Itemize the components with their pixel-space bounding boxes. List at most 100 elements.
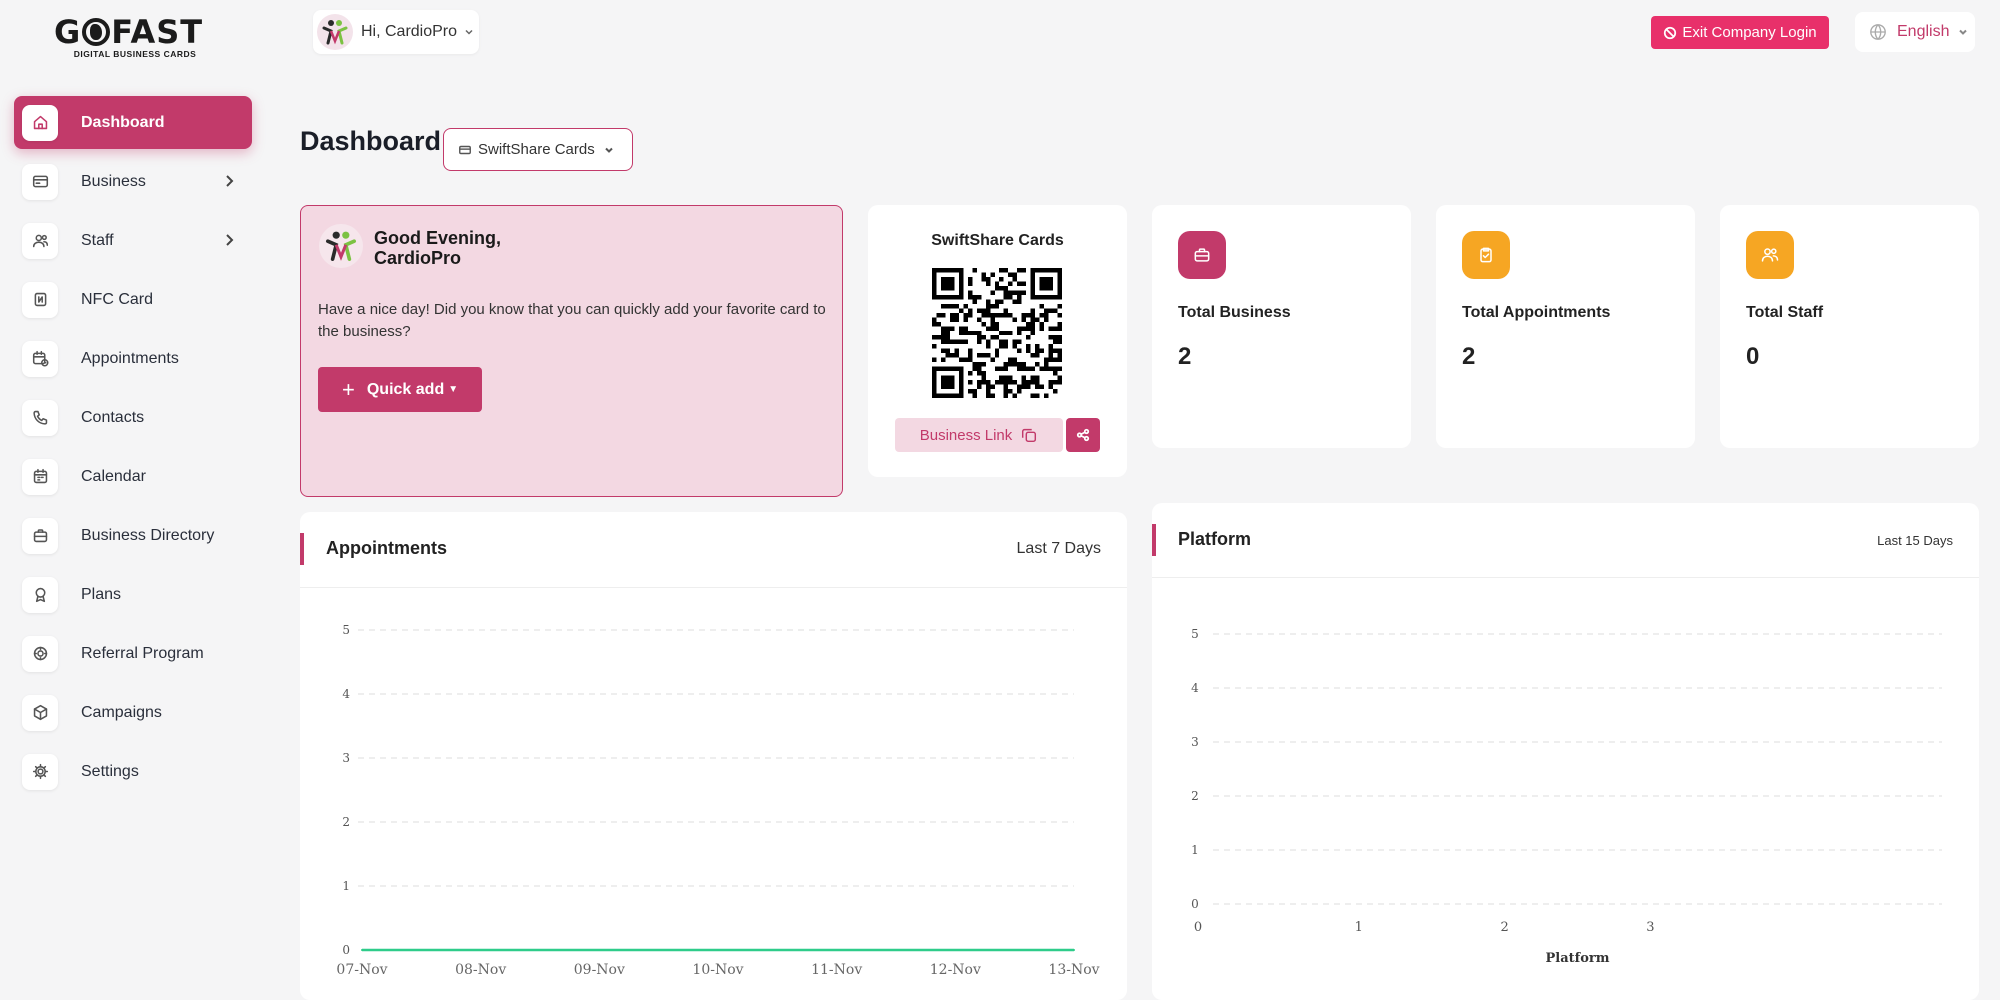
gear-icon <box>22 753 58 790</box>
platform-chart: 0 1 2 3 4 5 0 1 2 3 Platform <box>1191 627 1942 966</box>
brand-logo[interactable]: G FAST DIGITAL BUSINESS CARDS <box>54 16 216 59</box>
platform-panel-title: Platform <box>1178 529 1252 549</box>
data-point <box>361 949 363 951</box>
globe-icon <box>82 18 111 46</box>
sidebar-item-nfc-card[interactable]: NFC Card <box>14 273 252 326</box>
referral-icon <box>22 635 58 672</box>
share-button[interactable] <box>1066 418 1100 452</box>
platform-panel: Platform Last 15 Days 0 1 2 3 4 5 0 1 2 3 Platform <box>1152 503 1979 1000</box>
sidebar-item-dashboard[interactable]: Dashboard <box>14 96 252 149</box>
stat-value: 2 <box>1462 343 1476 370</box>
box-icon <box>22 694 58 731</box>
sidebar-item-business-directory[interactable]: Business Directory <box>14 509 252 562</box>
avatar <box>319 224 363 268</box>
ban-icon <box>1664 26 1677 39</box>
sidebar-item-business[interactable]: Business <box>14 155 252 208</box>
share-icon <box>1076 428 1090 442</box>
welcome-message: Have a nice day! Did you know that you c… <box>318 301 826 340</box>
copy-icon <box>1022 428 1037 443</box>
x-axis-label: Platform <box>1545 951 1609 966</box>
users-icon <box>1746 231 1794 279</box>
appointments-range-filter[interactable]: Last 7 Days <box>1017 540 1101 558</box>
briefcase-icon <box>1178 231 1226 279</box>
data-point <box>479 949 482 951</box>
appointments-panel: Appointments Last 7 Days 0 1 2 3 4 5 07-Nov 08-… <box>300 512 1127 1000</box>
sidebar-item-staff[interactable]: Staff <box>14 214 252 267</box>
x-tick-label: 3 <box>1646 920 1654 935</box>
users-icon <box>22 222 58 259</box>
y-tick-label: 1 <box>342 879 350 893</box>
stat-card-total-staff: Total Staff 0 <box>1720 205 1979 448</box>
welcome-card: Good Evening, CardioPro Have a nice day!… <box>300 205 843 497</box>
sidebar-item-label: Campaigns <box>81 703 162 721</box>
data-point <box>954 949 957 951</box>
calendar-icon <box>22 458 58 495</box>
page-title: Dashboard <box>300 126 442 156</box>
platform-range-filter[interactable]: Last 15 Days <box>1877 533 1953 548</box>
sidebar-item-label: Plans <box>81 585 122 603</box>
y-tick-label: 5 <box>1191 627 1199 641</box>
stat-value: 2 <box>1178 343 1192 370</box>
data-point <box>598 949 601 951</box>
sidebar-item-settings[interactable]: Settings <box>14 745 252 798</box>
card-select-dropdown[interactable]: SwiftShare Cards <box>443 128 633 171</box>
stat-card-total-appointments: Total Appointments 2 <box>1436 205 1695 448</box>
sidebar-item-label: Appointments <box>81 349 179 367</box>
sidebar-nav: Dashboard Business Staff NFC Card Appointmen… <box>14 96 252 804</box>
x-tick-label: 13-Nov <box>1048 962 1099 978</box>
sidebar-item-label: Dashboard <box>81 113 165 131</box>
home-icon <box>22 104 58 141</box>
sidebar-item-calendar[interactable]: Calendar <box>14 450 252 503</box>
card-icon <box>459 145 471 154</box>
data-point <box>717 949 719 951</box>
x-tick-label: 09-Nov <box>574 962 625 978</box>
y-tick-label: 4 <box>342 687 350 701</box>
x-tick-label: 08-Nov <box>455 962 506 978</box>
x-tick-label: 07-Nov <box>336 962 387 978</box>
people-logo-icon <box>322 20 348 45</box>
y-tick-label: 1 <box>1191 843 1199 857</box>
sidebar-item-appointments[interactable]: Appointments <box>14 332 252 385</box>
sidebar-item-label: NFC Card <box>81 290 154 308</box>
chevron-down-icon <box>605 147 613 153</box>
sidebar-item-label: Staff <box>81 231 114 249</box>
chevron-down-icon <box>1959 29 1968 35</box>
x-tick-label: 1 <box>1355 920 1363 935</box>
chevron-right-icon <box>220 231 238 249</box>
sidebar-item-referral-program[interactable]: Referral Program <box>14 627 252 680</box>
sidebar: G FAST DIGITAL BUSINESS CARDS Dashboard Bu… <box>0 0 270 1000</box>
plus-icon: + <box>342 376 355 402</box>
sidebar-item-label: Calendar <box>81 467 146 485</box>
chevron-down-icon <box>465 29 473 35</box>
calendar-clock-icon <box>22 340 58 377</box>
award-icon <box>22 576 58 613</box>
briefcase-icon <box>22 517 58 554</box>
y-tick-label: 3 <box>1191 735 1199 749</box>
sidebar-item-label: Settings <box>81 762 139 780</box>
y-tick-label: 0 <box>342 943 350 957</box>
phone-icon <box>22 399 58 436</box>
chevron-right-icon <box>220 172 238 190</box>
stat-card-total-business: Total Business 2 <box>1152 205 1411 448</box>
appointments-chart: 0 1 2 3 4 5 07-Nov 08-Nov 09-Nov 10-Nov 11-Nov 12-N… <box>336 623 1099 978</box>
business-link-button[interactable]: Business Link <box>895 418 1063 452</box>
y-tick-label: 3 <box>342 751 350 765</box>
user-menu[interactable]: Hi, CardioPro <box>313 10 479 54</box>
y-tick-label: 4 <box>1191 681 1199 695</box>
sidebar-item-plans[interactable]: Plans <box>14 568 252 621</box>
qr-card-title: SwiftShare Cards <box>931 232 1064 249</box>
nfc-icon <box>22 281 58 318</box>
sidebar-item-campaigns[interactable]: Campaigns <box>14 686 252 739</box>
globe-icon <box>1870 24 1886 40</box>
x-tick-label: 10-Nov <box>692 962 743 978</box>
x-tick-label: 2 <box>1500 920 1508 935</box>
clipboard-check-icon <box>1462 231 1510 279</box>
language-select[interactable]: English <box>1855 12 1975 52</box>
sidebar-item-contacts[interactable]: Contacts <box>14 391 252 444</box>
exit-company-login-button[interactable]: Exit Company Login <box>1651 16 1829 49</box>
sidebar-item-label: Business Directory <box>81 526 215 544</box>
qr-code <box>932 268 1062 398</box>
quick-add-button[interactable]: + Quick add ▼ <box>318 367 482 412</box>
welcome-greeting: Good Evening, CardioPro <box>374 228 502 268</box>
sidebar-item-label: Referral Program <box>81 644 204 662</box>
